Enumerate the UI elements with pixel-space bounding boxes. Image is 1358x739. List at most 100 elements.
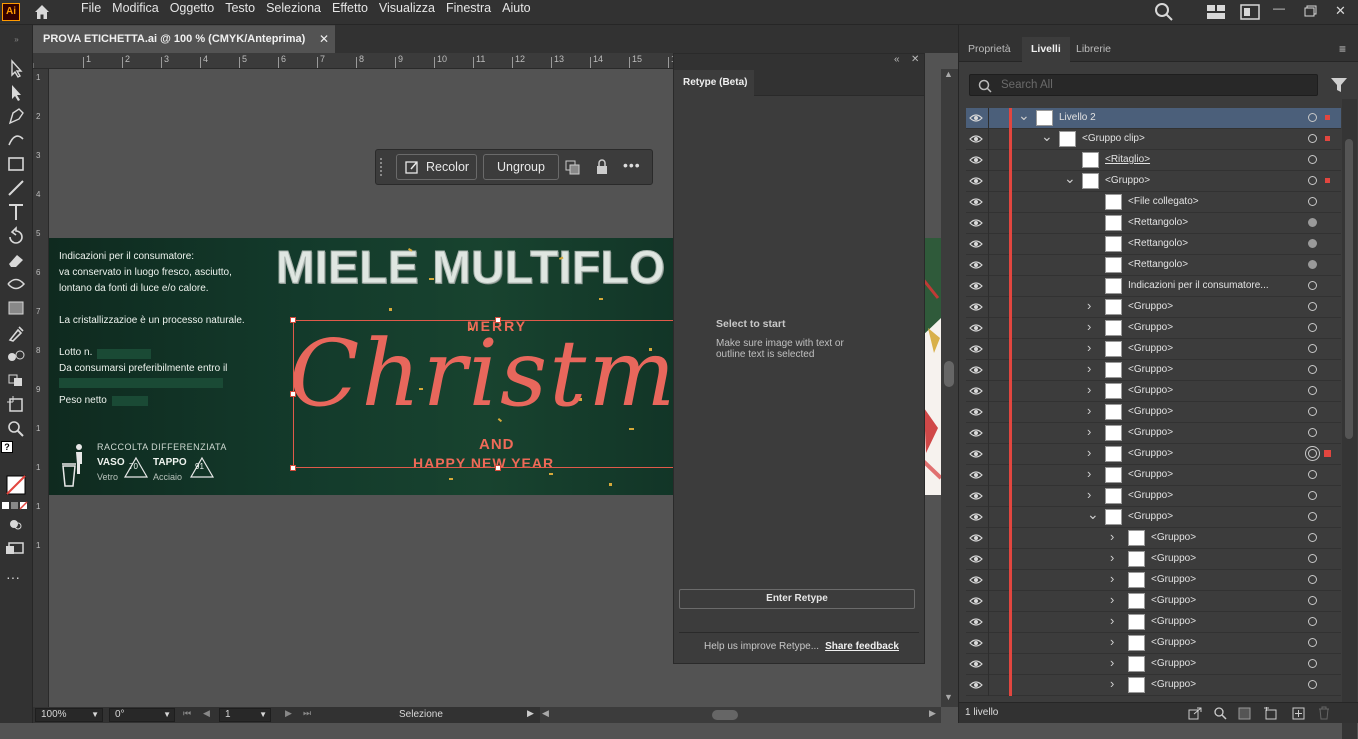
visibility-eye-icon[interactable]	[969, 134, 983, 144]
target-circle-icon[interactable]	[1308, 302, 1317, 311]
lock-column[interactable]	[988, 612, 989, 633]
target-circle-icon[interactable]	[1308, 344, 1317, 353]
arrange-icon[interactable]	[1240, 4, 1260, 20]
pen-tool-icon[interactable]	[3, 105, 29, 127]
width-tool-icon[interactable]	[3, 273, 29, 295]
layer-row[interactable]: › <Gruppo>	[966, 549, 1341, 570]
layer-row[interactable]: <Rettangolo>	[966, 234, 1341, 255]
expand-chevron-icon[interactable]: ›	[1110, 655, 1114, 670]
expand-chevron-icon[interactable]: ›	[1087, 403, 1091, 418]
handle-tl[interactable]	[290, 317, 296, 323]
layer-row[interactable]: › <Gruppo>	[966, 675, 1341, 696]
layer-row[interactable]: › <Gruppo>	[966, 423, 1341, 444]
visibility-eye-icon[interactable]	[969, 512, 983, 522]
lock-icon[interactable]	[595, 159, 609, 175]
layer-row[interactable]: <File collegato>	[966, 192, 1341, 213]
lock-column[interactable]	[988, 339, 989, 360]
lock-column[interactable]	[988, 129, 989, 150]
lock-column[interactable]	[988, 255, 989, 276]
workspace-icon[interactable]	[1206, 4, 1226, 20]
layer-row[interactable]: <Ritaglio>	[966, 150, 1341, 171]
lock-column[interactable]	[988, 381, 989, 402]
layer-row[interactable]: › <Gruppo>	[966, 486, 1341, 507]
visibility-eye-icon[interactable]	[969, 218, 983, 228]
gradient-tool-icon[interactable]	[3, 297, 29, 319]
layer-row[interactable]: <Rettangolo>	[966, 255, 1341, 276]
lock-column[interactable]	[988, 234, 989, 255]
layer-row[interactable]: › <Gruppo>	[966, 570, 1341, 591]
target-circle-icon[interactable]	[1308, 323, 1317, 332]
layer-row[interactable]: › <Gruppo>	[966, 444, 1341, 465]
lock-column[interactable]	[988, 192, 989, 213]
expand-chevron-icon[interactable]: ›	[1087, 319, 1091, 334]
minimize-icon[interactable]: —	[1273, 1, 1285, 15]
tab-layers[interactable]: Livelli	[1022, 37, 1070, 62]
eraser-tool-icon[interactable]	[3, 249, 29, 271]
first-artboard-icon[interactable]: ⏮	[183, 708, 191, 719]
expand-chevron-icon[interactable]: ›	[1087, 424, 1091, 439]
vertical-scrollbar[interactable]: ▲ ▼	[941, 69, 958, 707]
visibility-eye-icon[interactable]	[969, 281, 983, 291]
shape-builder-tool-icon[interactable]	[3, 369, 29, 391]
visibility-eye-icon[interactable]	[969, 344, 983, 354]
home-icon[interactable]	[32, 2, 52, 22]
expand-chevron-icon[interactable]: ›	[1110, 613, 1114, 628]
target-circle-icon[interactable]	[1308, 554, 1317, 563]
scroll-right-icon[interactable]: ▶	[929, 708, 936, 719]
prev-artboard-icon[interactable]: ◀	[203, 708, 210, 719]
expand-chevron-icon[interactable]: ›	[1110, 676, 1114, 691]
selection-tool-icon[interactable]	[3, 57, 29, 79]
selection-square-icon[interactable]	[1325, 136, 1330, 141]
artboard-number-field[interactable]: 1 ▼	[219, 708, 271, 722]
menu-oggetto[interactable]: Oggetto	[170, 0, 214, 25]
collapse-chevron-icon[interactable]: ⌄	[1087, 506, 1099, 523]
layers-scrollbar[interactable]	[1342, 99, 1357, 739]
visibility-eye-icon[interactable]	[969, 533, 983, 543]
visibility-eye-icon[interactable]	[969, 365, 983, 375]
visibility-eye-icon[interactable]	[969, 470, 983, 480]
expand-chevron-icon[interactable]: ›	[1110, 550, 1114, 565]
target-circle-icon[interactable]	[1308, 218, 1317, 227]
visibility-eye-icon[interactable]	[969, 386, 983, 396]
horizontal-scrollbar[interactable]: ◀ ▶	[540, 707, 941, 723]
status-menu-icon[interactable]: ▶	[527, 708, 534, 719]
more-tools-icon[interactable]: ···	[0, 569, 26, 585]
share-feedback-link[interactable]: Share feedback	[825, 641, 899, 652]
zoom-field[interactable]: 100% ▼	[35, 708, 103, 722]
menu-file[interactable]: File	[81, 0, 101, 25]
visibility-eye-icon[interactable]	[969, 596, 983, 606]
menu-effetto[interactable]: Effetto	[332, 0, 368, 25]
lock-column[interactable]	[988, 423, 989, 444]
lock-column[interactable]	[988, 549, 989, 570]
scroll-left-icon[interactable]: ◀	[542, 708, 549, 719]
expand-chevron-icon[interactable]: ›	[1110, 571, 1114, 586]
layer-row[interactable]: Indicazioni per il consumatore...	[966, 276, 1341, 297]
menu-aiuto[interactable]: Aiuto	[502, 0, 531, 25]
lock-column[interactable]	[988, 171, 989, 192]
target-circle-icon[interactable]	[1308, 638, 1317, 647]
selection-square-icon[interactable]	[1325, 178, 1330, 183]
menu-finestra[interactable]: Finestra	[446, 0, 491, 25]
target-circle-icon[interactable]	[1308, 533, 1317, 542]
lock-column[interactable]	[988, 654, 989, 675]
panel-menu-icon[interactable]: ≡	[1339, 42, 1346, 56]
visibility-eye-icon[interactable]	[969, 428, 983, 438]
layer-row[interactable]: › <Gruppo>	[966, 633, 1341, 654]
vertical-scroll-thumb[interactable]	[944, 361, 954, 387]
selection-square-icon[interactable]	[1324, 450, 1331, 457]
stroke-none-icon[interactable]	[6, 475, 26, 495]
tab-properties[interactable]: Proprietà	[959, 37, 1020, 62]
layers-scroll-thumb[interactable]	[1345, 139, 1353, 439]
expand-chevron-icon[interactable]: ›	[1087, 382, 1091, 397]
visibility-eye-icon[interactable]	[969, 680, 983, 690]
artboard-dropdown-icon[interactable]: ▼	[259, 709, 267, 721]
target-circle-icon[interactable]	[1308, 365, 1317, 374]
scroll-down-icon[interactable]: ▼	[944, 692, 953, 702]
visibility-eye-icon[interactable]	[969, 491, 983, 501]
lock-column[interactable]	[988, 507, 989, 528]
lock-column[interactable]	[988, 633, 989, 654]
lock-column[interactable]	[988, 276, 989, 297]
target-circle-icon[interactable]	[1308, 680, 1317, 689]
zoom-dropdown-icon[interactable]: ▼	[91, 709, 99, 721]
target-circle-icon[interactable]	[1308, 596, 1317, 605]
